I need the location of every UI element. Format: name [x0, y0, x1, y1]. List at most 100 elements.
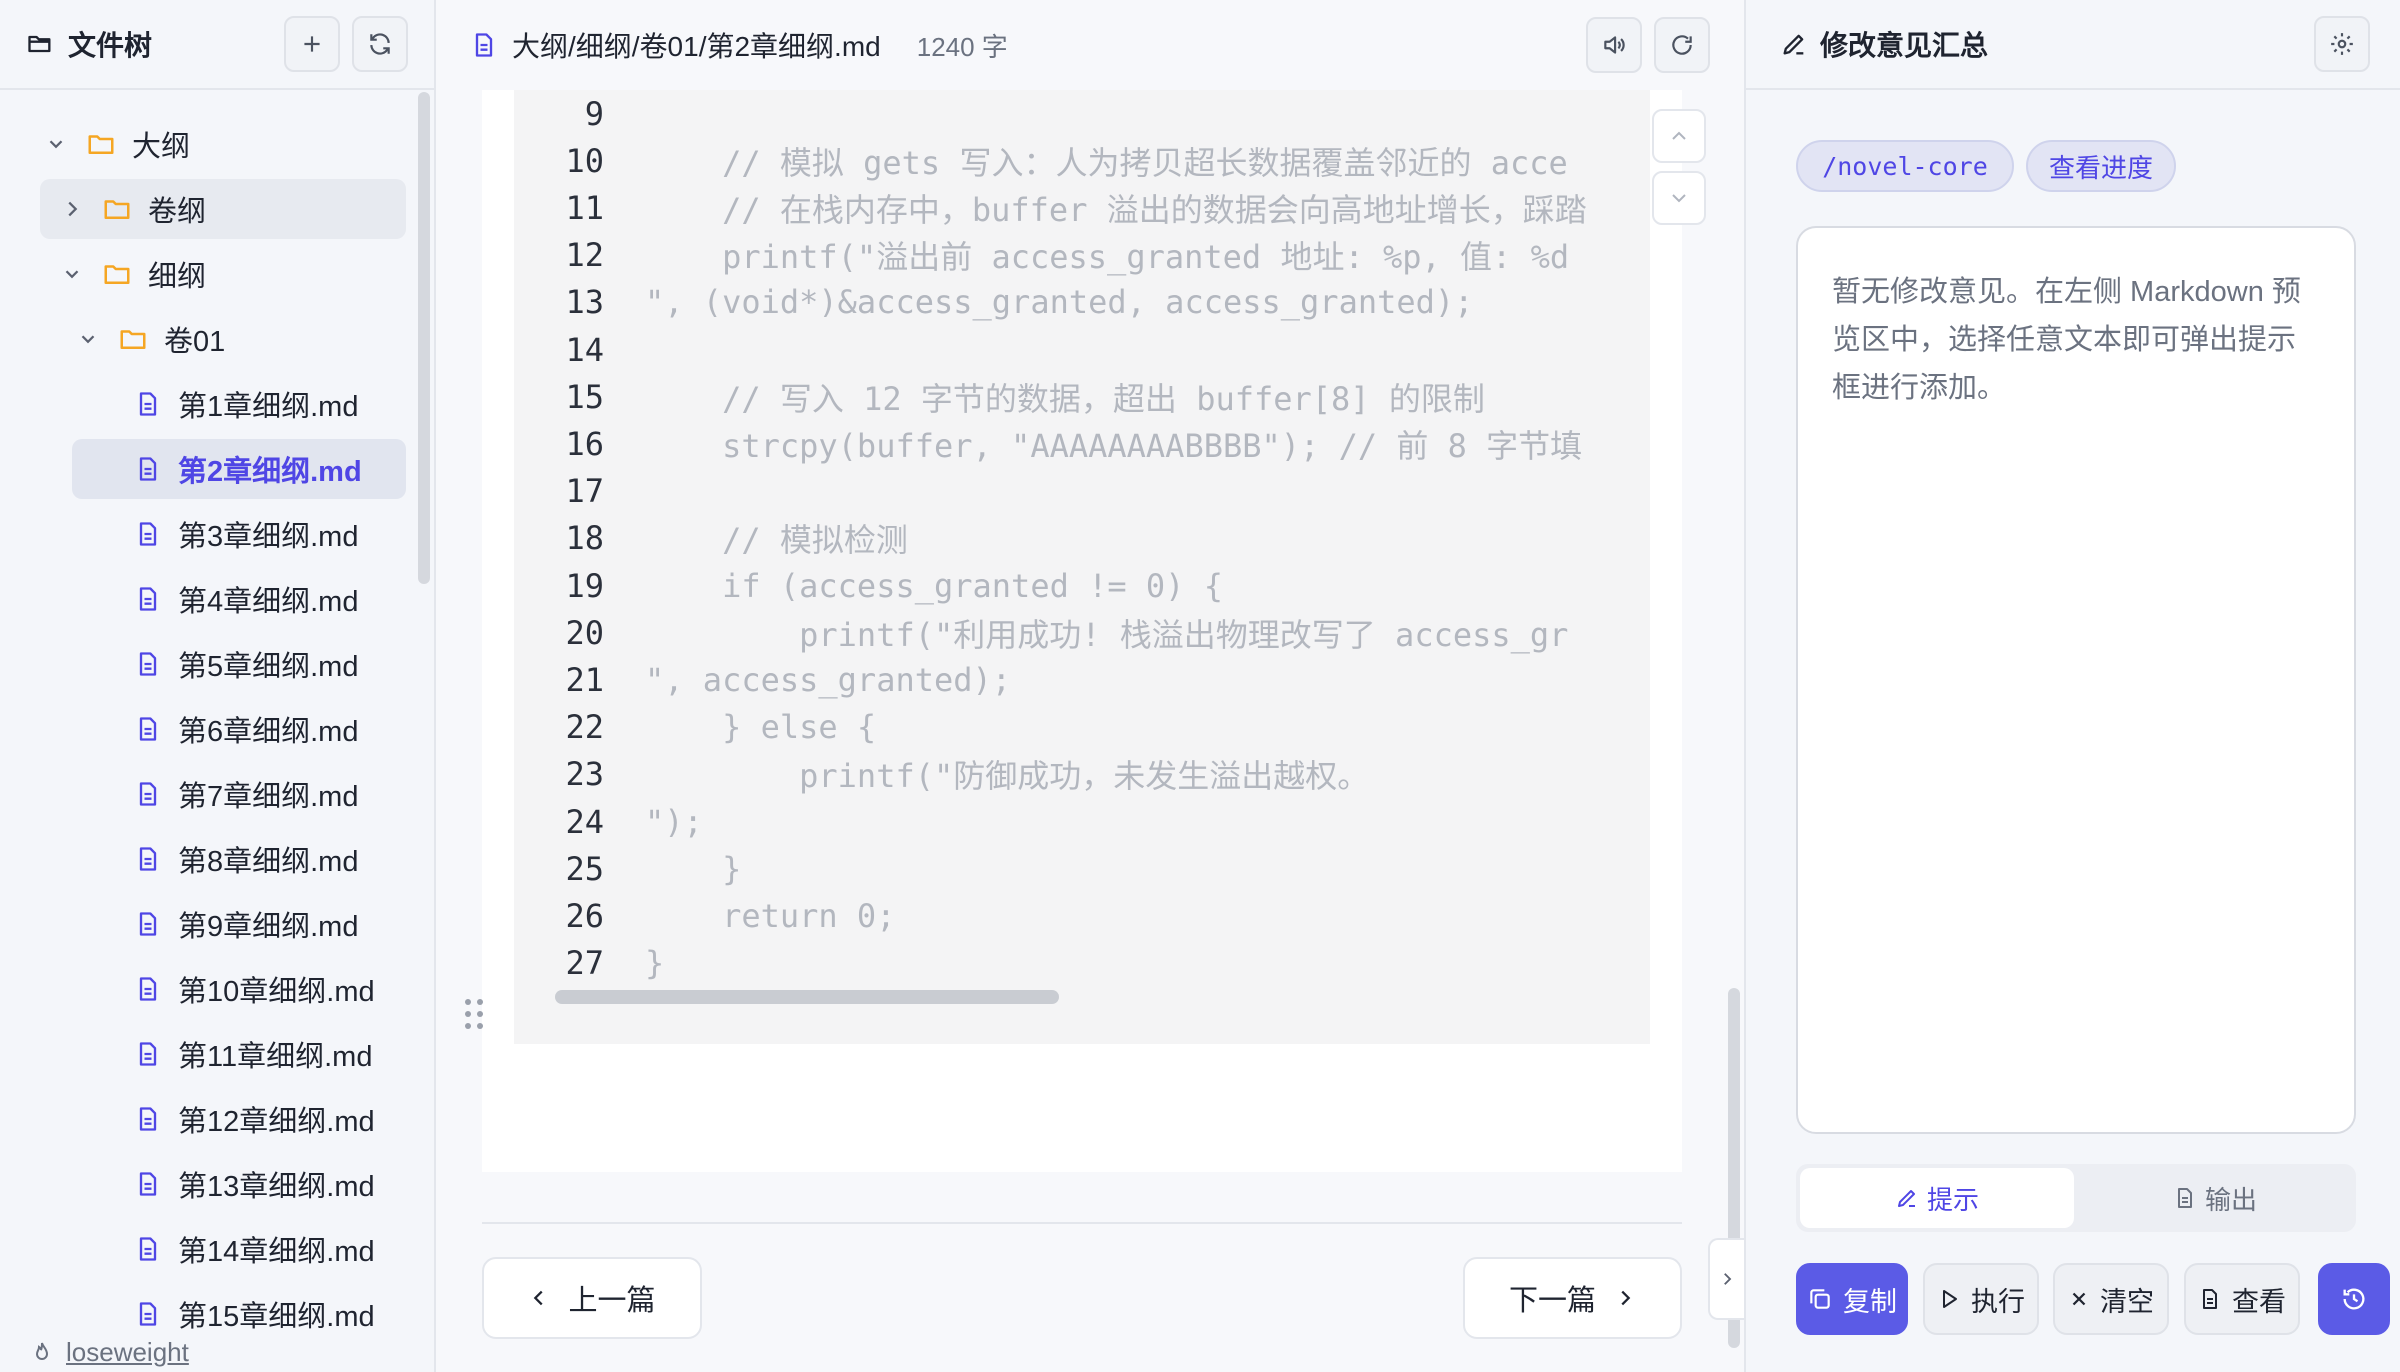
command-tag[interactable]: /novel-core: [1796, 140, 2014, 192]
progress-tag[interactable]: 查看进度: [2026, 140, 2176, 192]
panel-header: 修改意见汇总: [1746, 0, 2400, 90]
code-text: strcpy(buffer, "AAAAAAAABBBB"); // 前 8 字…: [645, 426, 1583, 465]
tree-file[interactable]: 第4章细纲.md: [134, 569, 358, 629]
copy-button[interactable]: 复制: [1796, 1263, 1908, 1335]
flame-icon: [35, 1342, 49, 1360]
tree-folder[interactable]: 细纲: [60, 244, 206, 304]
chevron-down-icon[interactable]: [44, 132, 68, 156]
code-text: // 在栈内存中，buffer 溢出的数据会向高地址增长，踩踏: [645, 190, 1587, 229]
tree-item-label: 第9章细纲.md: [178, 911, 359, 943]
tree-folder[interactable]: 卷01: [76, 309, 225, 369]
tab-hint[interactable]: 提示: [1800, 1168, 2074, 1228]
tree-item-label: 大纲: [132, 131, 191, 163]
copy-icon: [1810, 1289, 1830, 1309]
file-tree: 大纲卷纲 细纲卷01 第1章细纲.md 第2章细纲.md 第3章细纲.md 第4章细纲.m…: [0, 90, 434, 1372]
code-text: // 模拟检测: [645, 521, 908, 560]
code-line: 25 }: [514, 845, 1614, 892]
code-line: 26 return 0;: [514, 892, 1614, 939]
clear-button[interactable]: 清空: [2053, 1263, 2169, 1335]
chevron-right-icon: [1724, 1273, 1732, 1285]
file-icon: [134, 650, 162, 678]
tree-file[interactable]: 第3章细纲.md: [134, 504, 358, 564]
chevron-right-icon[interactable]: [60, 197, 84, 221]
file-icon: [134, 780, 162, 808]
tree-file[interactable]: 第13章细纲.md: [134, 1154, 375, 1214]
chevron-down-icon[interactable]: [60, 262, 84, 286]
view-button[interactable]: 查看: [2184, 1263, 2300, 1335]
tree-file[interactable]: 第11章细纲.md: [134, 1024, 372, 1084]
tree-folder[interactable]: 卷纲: [60, 179, 206, 239]
scroll-up-button[interactable]: [1652, 109, 1706, 163]
history-button[interactable]: [2318, 1263, 2390, 1335]
code-line: 21 ", access_granted);: [514, 656, 1614, 703]
code-line: 10 // 模拟 gets 写入：人为拷贝超长数据覆盖邻近的 acce: [514, 137, 1614, 184]
prev-chapter-button[interactable]: 上一篇: [482, 1257, 702, 1339]
chevron-right-icon: [1621, 1290, 1631, 1306]
folder-icon: [118, 324, 148, 354]
file-icon: [134, 845, 162, 873]
toggle-right-panel-button[interactable]: [1708, 1238, 1744, 1320]
code-text: ");: [645, 802, 703, 841]
tree-file[interactable]: 第10章细纲.md: [134, 959, 375, 1019]
drag-handle-icon[interactable]: [462, 996, 486, 1032]
file-icon: [134, 715, 162, 743]
tree-file[interactable]: 第6章细纲.md: [134, 699, 358, 759]
tree-item-label: 第8章细纲.md: [178, 846, 359, 878]
sidebar-scrollbar[interactable]: [418, 92, 430, 584]
feedback-panel: 修改意见汇总 /novel-core 查看进度 暂无修改意见。在左侧 Markd…: [1744, 0, 2400, 1372]
tree-file[interactable]: 第8章细纲.md: [134, 829, 358, 889]
tree-file[interactable]: 第7章细纲.md: [134, 764, 358, 824]
file-icon: [134, 585, 162, 613]
code-horizontal-scrollbar[interactable]: [555, 990, 1059, 1004]
next-chapter-button[interactable]: 下一篇: [1463, 1257, 1682, 1339]
tab-output-label: 输出: [2204, 1184, 2257, 1215]
new-file-button[interactable]: [284, 16, 340, 72]
line-number: 9: [584, 94, 604, 133]
tree-file[interactable]: 第12章细纲.md: [134, 1089, 375, 1149]
tree-file[interactable]: 第2章细纲.md: [134, 439, 362, 499]
gear-icon: [2331, 33, 2353, 55]
code-text: if (access_granted != 0) {: [645, 566, 1223, 605]
tree-file[interactable]: 第5章细纲.md: [134, 634, 358, 694]
tree-item-label: 第13章细纲.md: [178, 1171, 375, 1203]
scroll-down-button[interactable]: [1652, 171, 1706, 225]
tree-file[interactable]: 第1章细纲.md: [134, 374, 358, 434]
line-number: 12: [565, 236, 604, 275]
code-line: 22 } else {: [514, 704, 1614, 751]
code-line: 27}: [514, 940, 1614, 987]
prev-chapter-label: 上一篇: [568, 1285, 656, 1317]
panel-settings-button[interactable]: [2314, 16, 2370, 72]
line-number: 16: [565, 424, 604, 463]
file-icon: [134, 975, 162, 1003]
code-line: 14: [514, 326, 1614, 373]
tree-item-label: 第3章细纲.md: [178, 521, 359, 553]
file-path: 大纲/细纲/卷01/第2章细纲.md: [512, 31, 881, 62]
tree-file[interactable]: 第9章细纲.md: [134, 894, 358, 954]
code-text: ", (void*)&access_granted, access_grante…: [645, 283, 1474, 322]
tab-output[interactable]: 输出: [2078, 1168, 2352, 1228]
reload-file-button[interactable]: [1654, 17, 1710, 73]
execute-button[interactable]: 执行: [1923, 1263, 2039, 1335]
footer-link[interactable]: loseweight: [66, 1337, 189, 1368]
line-number: 23: [565, 755, 604, 794]
line-number: 20: [565, 613, 604, 652]
tree-item-label: 第11章细纲.md: [178, 1041, 373, 1073]
line-number: 11: [565, 188, 604, 227]
view-label: 查看: [2232, 1286, 2286, 1317]
folder-open-icon: [26, 30, 54, 58]
tree-folder[interactable]: 大纲: [44, 114, 190, 174]
code-text: } else {: [645, 708, 877, 747]
word-count: 1240 字: [916, 31, 1008, 62]
chevron-down-icon[interactable]: [76, 327, 100, 351]
tree-file[interactable]: 第14章细纲.md: [134, 1219, 375, 1279]
read-aloud-button[interactable]: [1586, 17, 1642, 73]
app-window: 文件树 大纲 卷纲 细纲 卷01 第1章细纲.md 第2章细纲.md 第3章细纲.md 第4章…: [0, 0, 2400, 1372]
play-icon: [1943, 1290, 1957, 1308]
file-icon: [134, 1040, 162, 1068]
line-number: 26: [565, 896, 604, 935]
line-number: 21: [565, 660, 604, 699]
tree-item-label: 第5章细纲.md: [178, 651, 359, 683]
refresh-tree-button[interactable]: [352, 16, 408, 72]
tree-item-label: 卷01: [164, 326, 226, 358]
chevron-down-icon: [1672, 194, 1686, 203]
